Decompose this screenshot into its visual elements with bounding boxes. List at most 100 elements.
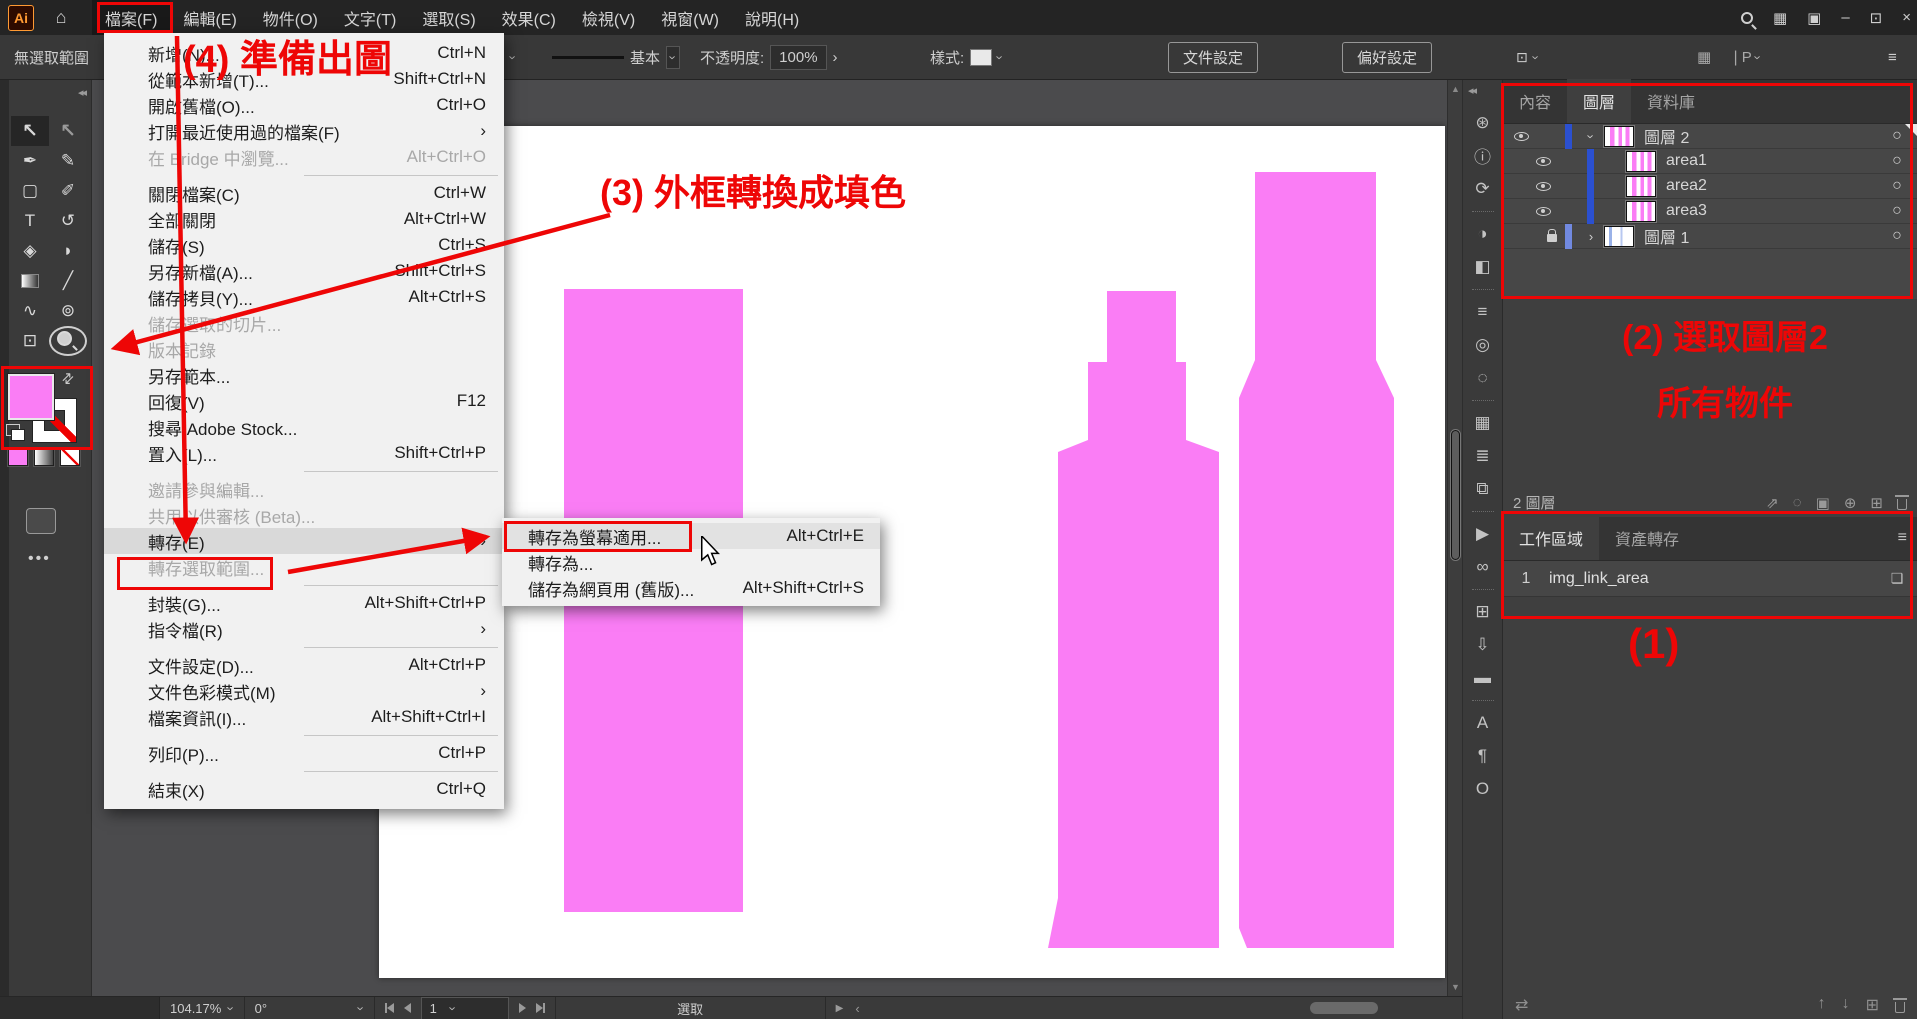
strip-separator[interactable] xyxy=(1463,505,1503,517)
menu-separator[interactable] xyxy=(104,766,504,776)
menu-object[interactable]: 物件(O) xyxy=(250,0,331,36)
target-circle[interactable]: ○ xyxy=(1877,202,1917,220)
artboard-name[interactable]: img_link_area xyxy=(1549,570,1877,588)
scroll-down-icon[interactable]: ▼ xyxy=(1451,982,1460,992)
artboards-panel-icon[interactable]: ⊞ xyxy=(1463,595,1503,628)
shape-builder-tool[interactable]: ⊚ xyxy=(49,296,87,326)
document-setup-button[interactable]: 文件設定 xyxy=(1168,42,1258,73)
artboard-number-dropdown[interactable]: 1 › xyxy=(421,997,509,1019)
target-circle[interactable]: ○ xyxy=(1877,177,1917,195)
paintbrush-tool[interactable]: ✐ xyxy=(49,176,87,206)
move-down-icon[interactable]: ↓ xyxy=(1842,995,1850,1015)
color-panel-icon[interactable]: ◑ xyxy=(1463,217,1503,250)
menu-window[interactable]: 視窗(W) xyxy=(648,0,732,36)
layer-name[interactable]: 圖層 2 xyxy=(1644,124,1877,148)
delete-artboard-icon[interactable] xyxy=(1895,1002,1905,1013)
zoom-level-dropdown[interactable]: 104.17% › xyxy=(160,997,245,1019)
strip-collapse-icon[interactable]: ◂◂ xyxy=(1468,84,1475,97)
rotation-dropdown[interactable]: 0° › xyxy=(245,997,375,1019)
comment-tool[interactable]: ◗ xyxy=(49,236,87,266)
visibility-toggle[interactable] xyxy=(1525,207,1561,216)
restore-icon[interactable]: ⊡ xyxy=(1870,9,1883,27)
menu-separator[interactable] xyxy=(104,580,504,590)
properties-panel-icon[interactable]: ⊛ xyxy=(1463,106,1503,139)
pattern-panel-icon[interactable]: ▦ xyxy=(1463,406,1503,439)
file-scripts[interactable]: 指令檔(R) › xyxy=(104,616,504,642)
gradient-button[interactable] xyxy=(34,448,54,466)
opacity-more-chevron[interactable]: › xyxy=(833,49,838,66)
previous-artboard-icon[interactable] xyxy=(404,1003,411,1013)
share-widget[interactable]: ⊡› xyxy=(1516,35,1538,79)
file-open-recent[interactable]: 打開最近使用過的檔案(F) › xyxy=(104,118,504,144)
version-history-panel-icon[interactable]: ⟳ xyxy=(1463,172,1503,205)
last-artboard-icon[interactable] xyxy=(536,1001,545,1016)
eraser-tool[interactable]: ◈ xyxy=(11,236,49,266)
artboard-icon[interactable]: ❏ xyxy=(1877,570,1917,587)
layer-row-area3[interactable]: area3 ○ xyxy=(1503,199,1917,224)
collect-for-export-icon[interactable]: ⇗ xyxy=(1766,494,1779,512)
menu-type[interactable]: 文字(T) xyxy=(331,0,409,36)
control-bar-menu-icon[interactable]: ≡ xyxy=(1888,49,1897,66)
stroke-style-dropdown[interactable]: › xyxy=(666,46,680,69)
style-dropdown-chevron[interactable]: › xyxy=(993,55,1008,59)
file-package[interactable]: 封裝(G)... Alt+Shift+Ctrl+P xyxy=(104,590,504,616)
file-export-selection[interactable]: 轉存選取範圍... xyxy=(104,554,504,580)
delete-layer-icon[interactable] xyxy=(1897,499,1907,510)
save-for-web-legacy[interactable]: 儲存為網頁用 (舊版)... Alt+Shift+Ctrl+S xyxy=(502,575,880,601)
file-version-history[interactable]: 版本記錄 xyxy=(104,336,504,362)
first-artboard-icon[interactable] xyxy=(385,1001,394,1016)
menu-separator[interactable] xyxy=(104,170,504,180)
gradient-bar-panel-icon[interactable]: ▬ xyxy=(1463,661,1503,694)
layer-row-area1[interactable]: area1 ○ xyxy=(1503,149,1917,174)
minimize-icon[interactable]: – xyxy=(1841,9,1849,27)
rotate-tool[interactable]: ↺ xyxy=(49,206,87,236)
file-new[interactable]: 新增(N)... Ctrl+N xyxy=(104,40,504,66)
menu-separator[interactable] xyxy=(104,642,504,652)
screen-mode-icon[interactable]: ▣ xyxy=(1807,9,1821,27)
search-icon[interactable] xyxy=(1741,12,1753,24)
strip-separator[interactable] xyxy=(1463,394,1503,406)
expand-toggle[interactable]: › xyxy=(1578,229,1604,244)
strip-separator[interactable] xyxy=(1463,283,1503,295)
drawing-mode-button[interactable] xyxy=(26,508,56,534)
file-close-all[interactable]: 全部關閉 Alt+Ctrl+W xyxy=(104,206,504,232)
curvature-tool[interactable]: ✎ xyxy=(49,146,87,176)
pathfinder-panel-icon[interactable]: ⧉ xyxy=(1463,472,1503,505)
tab-libraries[interactable]: 資料庫 xyxy=(1631,79,1711,123)
file-search-adobe-stock[interactable]: 搜尋 Adobe Stock... xyxy=(104,414,504,440)
layer-row-area2[interactable]: area2 ○ xyxy=(1503,174,1917,199)
export-as[interactable]: 轉存為... xyxy=(502,549,880,575)
target-circle[interactable]: ○ xyxy=(1877,227,1917,245)
file-browse-bridge[interactable]: 在 Bridge 中瀏覽... Alt+Ctrl+O xyxy=(104,144,504,170)
strip-separator[interactable] xyxy=(1463,583,1503,595)
file-exit[interactable]: 結束(X) Ctrl+Q xyxy=(104,776,504,802)
artboard-tool[interactable]: ⊡ xyxy=(11,326,49,356)
lock-toggle[interactable] xyxy=(1539,231,1565,242)
menu-edit[interactable]: 編輯(E) xyxy=(170,0,249,36)
grid-view-icon[interactable]: ▦ xyxy=(1697,48,1711,66)
eyedropper-tool[interactable]: ╱ xyxy=(49,266,87,296)
reorder-icon[interactable]: ⇄ xyxy=(1515,995,1528,1015)
home-icon[interactable]: ⌂ xyxy=(44,7,78,28)
file-new-from-template[interactable]: 從範本新增(T)... Shift+Ctrl+N xyxy=(104,66,504,92)
file-invite-to-edit[interactable]: 邀請參與編輯... xyxy=(104,476,504,502)
tab-layers[interactable]: 圖層 xyxy=(1567,79,1631,123)
stroke-style-widget[interactable]: 基本 › xyxy=(552,35,680,79)
layer-name[interactable]: 圖層 1 xyxy=(1644,224,1877,248)
direct-selection-tool[interactable]: ↖ xyxy=(49,116,87,146)
color-button[interactable] xyxy=(8,448,28,466)
zoom-tool[interactable] xyxy=(49,326,87,356)
arrange-documents-icon[interactable]: ▦ xyxy=(1773,9,1787,27)
pen-tool[interactable]: ✒ xyxy=(11,146,49,176)
menu-select[interactable]: 選取(S) xyxy=(409,0,488,36)
layer-name[interactable]: area2 xyxy=(1666,177,1877,195)
actions-panel-icon[interactable]: ▶ xyxy=(1463,517,1503,550)
export-for-screens[interactable]: 轉存為螢幕適用... Alt+Ctrl+E xyxy=(502,523,880,549)
width-tool[interactable]: ∿ xyxy=(11,296,49,326)
file-close[interactable]: 關閉檔案(C) Ctrl+W xyxy=(104,180,504,206)
preferences-button[interactable]: 偏好設定 xyxy=(1342,42,1432,73)
menu-separator[interactable] xyxy=(104,466,504,476)
scroll-up-icon[interactable]: ▲ xyxy=(1451,84,1460,94)
file-save-copy[interactable]: 儲存拷貝(Y)... Alt+Ctrl+S xyxy=(104,284,504,310)
swap-fill-stroke-icon[interactable]: ⇄ xyxy=(58,368,78,388)
